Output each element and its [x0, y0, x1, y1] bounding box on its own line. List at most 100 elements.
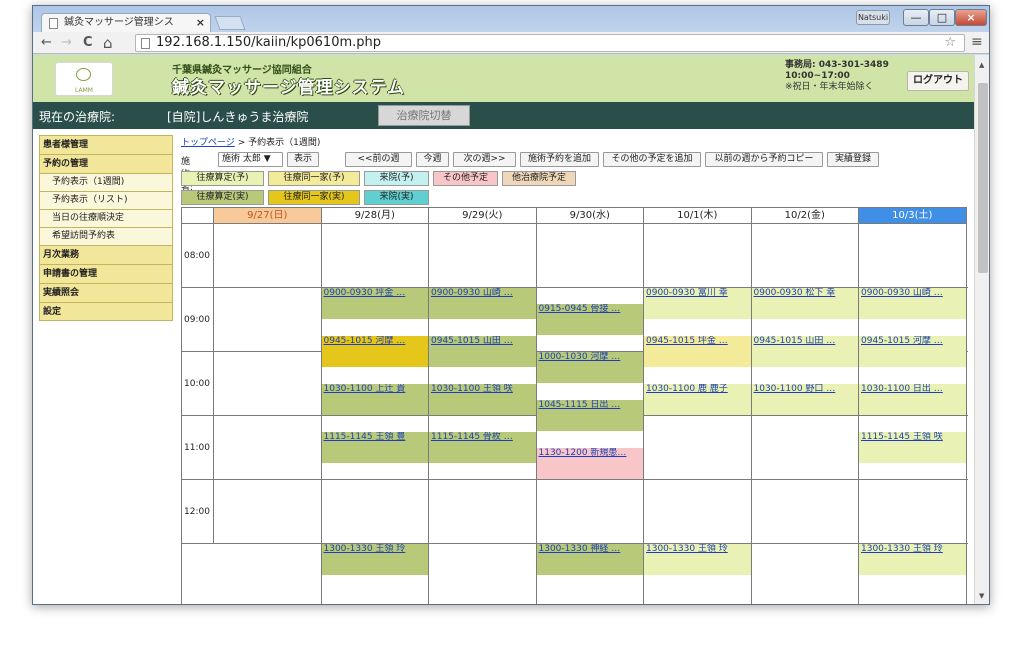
sidebar-item[interactable]: 実績照会: [39, 283, 173, 302]
add-treatment-button[interactable]: 施術予約を追加: [520, 152, 599, 167]
home-icon[interactable]: ⌂: [103, 34, 113, 52]
appointment-link[interactable]: 1300-1330 王領 玲: [861, 544, 943, 554]
appointment-link[interactable]: 1045-1115 日出 …: [539, 400, 621, 410]
page-icon: [49, 18, 58, 29]
profile-badge[interactable]: Natsuki: [856, 10, 890, 25]
appointment-block[interactable]: 1115-1145 王領 咲: [859, 432, 966, 463]
appointment-link[interactable]: 1030-1100 上辻 貴: [324, 384, 406, 394]
appointment-block[interactable]: 1030-1100 鹿 鹿子: [644, 384, 751, 415]
sidebar-item[interactable]: 予約の管理: [39, 154, 173, 173]
clinic-switch-button[interactable]: 治療院切替: [378, 105, 470, 126]
appointment-block[interactable]: 1300-1330 王領 玲: [644, 544, 751, 575]
appointment-link[interactable]: 1030-1100 日出 …: [861, 384, 943, 394]
appointment-link[interactable]: 0945-1015 河摩 …: [861, 336, 943, 346]
legend-item: 来院(予): [364, 171, 429, 186]
appointment-block[interactable]: 1000-1030 河摩 …: [536, 352, 643, 383]
scroll-down-icon[interactable]: ▼: [979, 592, 984, 600]
this-week-button[interactable]: 今週: [416, 152, 449, 167]
minimize-button[interactable]: —: [903, 9, 929, 26]
appointment-block[interactable]: 1300-1330 神経 …: [536, 544, 643, 575]
url-text: 192.168.1.150/kaiin/kp0610m.php: [156, 35, 381, 50]
contact-info: 事務局: 043-301-3489 10:00~17:00 ※祝日・年末年始除く: [785, 60, 889, 93]
reload-icon[interactable]: C: [83, 34, 93, 52]
appointment-block[interactable]: 1130-1200 新規患…: [536, 448, 643, 479]
appointment-link[interactable]: 0945-1015 山田 …: [431, 336, 513, 346]
sidebar-item[interactable]: 予約表示（リスト): [39, 191, 173, 209]
appointment-block[interactable]: 0945-1015 山田 …: [429, 336, 536, 367]
appointment-link[interactable]: 0945-1015 山田 …: [754, 336, 836, 346]
appointment-block[interactable]: 1045-1115 日出 …: [536, 400, 643, 431]
appointment-link[interactable]: 1030-1100 野口 …: [754, 384, 836, 394]
back-arrow-icon[interactable]: ←: [41, 34, 52, 52]
system-name: 鍼灸マッサージ管理システム: [172, 78, 406, 98]
appointment-block[interactable]: 1115-1145 骨枚 …: [429, 432, 536, 463]
bookmark-star-icon[interactable]: ☆: [944, 35, 956, 51]
appointment-link[interactable]: 1300-1330 神経 …: [539, 544, 621, 554]
forward-arrow-icon[interactable]: →: [61, 34, 72, 52]
appointment-link[interactable]: 1300-1330 王領 玲: [646, 544, 728, 554]
appointment-link[interactable]: 0915-0945 骨接 …: [539, 304, 621, 314]
appointment-block[interactable]: 0900-0930 山崎 …: [429, 288, 536, 319]
sidebar-item[interactable]: 設定: [39, 302, 173, 321]
copy-previous-week-button[interactable]: 以前の週から予約コピー: [705, 152, 823, 167]
appointment-link[interactable]: 1030-1100 鹿 鹿子: [646, 384, 728, 394]
show-button[interactable]: 表示: [287, 152, 319, 167]
appointment-link[interactable]: 1000-1030 河摩 …: [539, 352, 621, 362]
sidebar-item[interactable]: 申請書の管理: [39, 264, 173, 283]
sidebar-item[interactable]: 希望訪問予約表: [39, 227, 173, 245]
appointment-block[interactable]: 1030-1100 日出 …: [859, 384, 966, 415]
appointment-block[interactable]: 0900-0930 松下 幸: [751, 288, 858, 319]
new-tab-button[interactable]: [214, 16, 246, 30]
close-button[interactable]: ×: [955, 9, 987, 26]
appointment-block[interactable]: 0915-0945 骨接 …: [536, 304, 643, 335]
appointment-block[interactable]: 1030-1100 野口 …: [751, 384, 858, 415]
sidebar-item[interactable]: 当日の往療順決定: [39, 209, 173, 227]
next-week-button[interactable]: 次の週>>: [453, 152, 516, 167]
appointment-link[interactable]: 0900-0930 山崎 …: [431, 288, 513, 298]
tab-close-icon[interactable]: ×: [196, 14, 205, 32]
vertical-scrollbar[interactable]: ▲ ▼: [974, 55, 989, 604]
appointment-link[interactable]: 0900-0930 松下 幸: [754, 288, 836, 298]
appointment-link[interactable]: 0900-0930 山崎 …: [861, 288, 943, 298]
appointment-link[interactable]: 1115-1145 王領 咲: [861, 432, 943, 442]
appointment-block[interactable]: 0945-1015 河摩 …: [321, 336, 428, 367]
appointment-link[interactable]: 1115-1145 王領 豊: [324, 432, 406, 442]
appointment-block[interactable]: 1300-1330 王領 玲: [859, 544, 966, 575]
appointment-link[interactable]: 0945-1015 河摩 …: [324, 336, 406, 346]
maximize-button[interactable]: □: [929, 9, 955, 26]
sidebar-item[interactable]: 患者様管理: [39, 135, 173, 154]
add-other-schedule-button[interactable]: その他の予定を追加: [603, 152, 701, 167]
logout-button[interactable]: ログアウト: [907, 71, 969, 91]
appointment-link[interactable]: 0945-1015 坪金 …: [646, 336, 728, 346]
appointment-block[interactable]: 0900-0930 坪金 …: [321, 288, 428, 319]
appointment-link[interactable]: 0900-0930 坪金 …: [324, 288, 406, 298]
appointment-block[interactable]: 1300-1330 王領 玲: [321, 544, 428, 575]
sidebar-item[interactable]: 月次業務: [39, 245, 173, 264]
appointment-link[interactable]: 1115-1145 骨枚 …: [431, 432, 513, 442]
record-actual-button[interactable]: 実績登録: [827, 152, 879, 167]
appointment-block[interactable]: 0900-0930 山崎 …: [859, 288, 966, 319]
logo-text: LAMM: [75, 87, 93, 94]
appointment-block[interactable]: 0945-1015 坪金 …: [644, 336, 751, 367]
browser-tab[interactable]: 鍼灸マッサージ管理シス ×: [41, 13, 211, 33]
appointment-link[interactable]: 1130-1200 新規患…: [539, 448, 627, 458]
appointment-block[interactable]: 0945-1015 山田 …: [751, 336, 858, 367]
sidebar: 患者様管理 予約の管理 予約表示（1週間) 予約表示（リスト) 当日の往療順決定 希望訪問…: [39, 135, 173, 321]
address-bar[interactable]: 192.168.1.150/kaiin/kp0610m.php ☆: [135, 34, 965, 52]
sidebar-item[interactable]: 予約表示（1週間): [39, 173, 173, 191]
appointment-block[interactable]: 1030-1100 上辻 貴: [321, 384, 428, 415]
appointment-link[interactable]: 0900-0930 富川 幸: [646, 288, 728, 298]
menu-icon[interactable]: ≡: [971, 34, 983, 50]
legend-item: 往療算定(予): [181, 171, 264, 186]
appointment-block[interactable]: 1030-1100 王領 咲: [429, 384, 536, 415]
practitioner-select[interactable]: 施術 太郎 ▼: [218, 152, 283, 167]
scroll-up-icon[interactable]: ▲: [979, 61, 984, 69]
appointment-block[interactable]: 1115-1145 王領 豊: [321, 432, 428, 463]
appointment-block[interactable]: 0900-0930 富川 幸: [644, 288, 751, 319]
scroll-thumb[interactable]: [978, 83, 988, 273]
breadcrumb-top-link[interactable]: トップページ: [181, 138, 235, 148]
appointment-link[interactable]: 1030-1100 王領 咲: [431, 384, 513, 394]
appointment-block[interactable]: 0945-1015 河摩 …: [859, 336, 966, 367]
prev-week-button[interactable]: <<前の週: [345, 152, 412, 167]
appointment-link[interactable]: 1300-1330 王領 玲: [324, 544, 406, 554]
